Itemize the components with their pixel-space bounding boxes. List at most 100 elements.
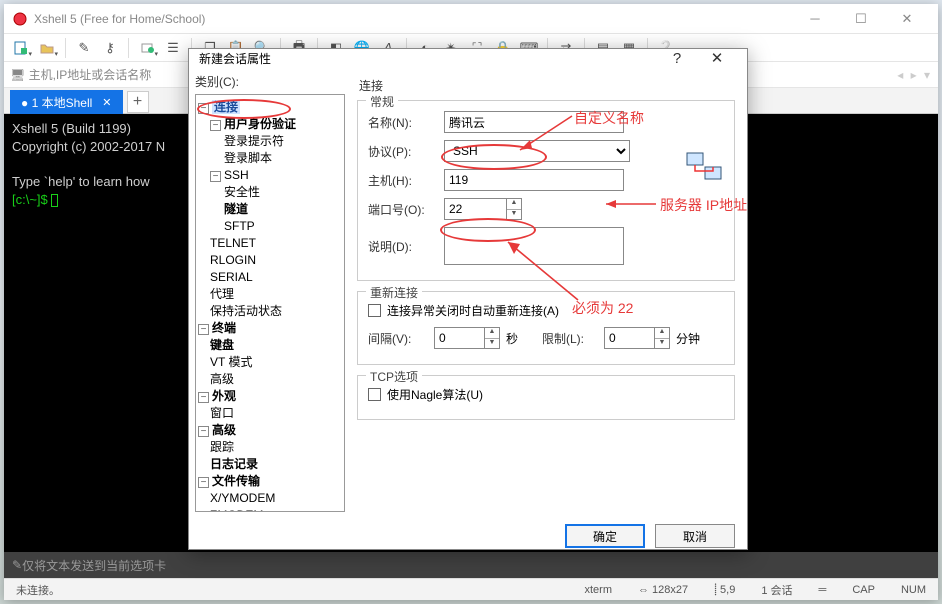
nagle-checkbox[interactable]: 使用Nagle算法(U) [368, 386, 724, 403]
tree-proxy[interactable]: 代理 [210, 287, 234, 301]
term-line: Type `help' to learn how [12, 174, 150, 189]
status-ruler: ═ [815, 584, 831, 596]
desc-input[interactable] [444, 227, 624, 265]
tree-connection[interactable]: 连接 [212, 100, 240, 114]
interval-label: 间隔(V): [368, 330, 428, 347]
tree-xymodem[interactable]: X/YMODEM [210, 491, 275, 505]
minimize-button[interactable]: ─ [792, 4, 838, 34]
tree-tunnel[interactable]: 隧道 [224, 202, 248, 216]
cancel-button[interactable]: 取消 [655, 524, 735, 548]
port-spinner[interactable]: ▲▼ [444, 198, 522, 220]
scroll-arrows[interactable]: ◂ ▸ ▾ [897, 68, 932, 82]
tree-terminal[interactable]: 终端 [212, 321, 236, 335]
tree-ssh[interactable]: SSH [224, 168, 249, 182]
tree-trace[interactable]: 跟踪 [210, 440, 234, 454]
dialog-close-button[interactable]: ✕ [697, 49, 737, 67]
term-line: Copyright (c) 2002-2017 N [12, 139, 165, 154]
app-icon [12, 11, 28, 27]
tree-window[interactable]: 窗口 [210, 406, 234, 420]
dialog-titlebar: 新建会话属性 ? ✕ [189, 49, 747, 67]
tool-reconnect[interactable]: ▾ [136, 37, 158, 59]
tree-keyboard[interactable]: 键盘 [210, 338, 234, 352]
category-tree[interactable]: −连接 −用户身份验证 登录提示符 登录脚本 −SSH 安全性 隧道 SFTP … [195, 94, 345, 512]
tree-rlogin[interactable]: RLOGIN [210, 253, 256, 267]
bullet-icon: ● [21, 96, 32, 110]
tree-transfer[interactable]: 文件传输 [212, 474, 260, 488]
tree-zmodem[interactable]: ZMODEM [210, 508, 263, 512]
new-button[interactable]: ▾ [10, 37, 32, 59]
min-label: 分钟 [676, 330, 700, 347]
ok-button[interactable]: 确定 [565, 524, 645, 548]
dialog-help-button[interactable]: ? [657, 50, 697, 67]
status-pos: ⸽ 5,9 [710, 582, 739, 597]
tree-auth[interactable]: 用户身份验证 [224, 117, 296, 131]
tree-serial[interactable]: SERIAL [210, 270, 253, 284]
tree-vtmode[interactable]: VT 模式 [210, 355, 252, 369]
tree-telnet[interactable]: TELNET [210, 236, 256, 250]
group-tcp: TCP选项 使用Nagle算法(U) [357, 375, 735, 420]
tree-login-script[interactable]: 登录脚本 [224, 151, 272, 165]
name-input[interactable] [444, 111, 624, 133]
group-reconnect-title: 重新连接 [366, 284, 422, 301]
desc-label: 说明(D): [368, 238, 438, 255]
send-placeholder: 仅将文本发送到当前选项卡 [22, 557, 166, 574]
status-size: ⇔ 128x27 [634, 584, 692, 596]
sec-label: 秒 [506, 330, 518, 347]
status-cap: CAP [848, 584, 879, 596]
right-heading: 连接 [357, 73, 735, 100]
group-general-title: 常规 [366, 93, 398, 110]
send-icon: ✎ [12, 558, 22, 572]
session-properties-dialog: 新建会话属性 ? ✕ 类别(C): −连接 −用户身份验证 登录提示符 登录脚本… [188, 48, 748, 550]
limit-input[interactable] [604, 327, 654, 349]
dialog-buttons: 确定 取消 [189, 518, 747, 558]
tree-advanced-t[interactable]: 高级 [210, 372, 234, 386]
host-label: 主机(H): [368, 172, 438, 189]
host-input[interactable] [444, 169, 624, 191]
status-term: xterm [580, 584, 616, 596]
tab-add-button[interactable]: + [127, 91, 149, 113]
open-button[interactable]: ▾ [36, 37, 58, 59]
reconnect-checkbox[interactable]: 连接异常关闭时自动重新连接(A) [368, 302, 724, 319]
tool-key[interactable]: ⚷ [99, 37, 121, 59]
port-input[interactable] [444, 198, 506, 220]
tool-prop[interactable]: ☰ [162, 37, 184, 59]
tree-security[interactable]: 安全性 [224, 185, 260, 199]
status-bar: 未连接。 xterm ⇔ 128x27 ⸽ 5,9 1 会话 ═ CAP NUM [4, 578, 938, 600]
tree-logging[interactable]: 日志记录 [210, 457, 258, 471]
protocol-select[interactable]: SSH [444, 140, 630, 162]
tree-sftp[interactable]: SFTP [224, 219, 255, 233]
maximize-button[interactable]: ☐ [838, 4, 884, 34]
spin-down-icon[interactable]: ▼ [507, 210, 521, 220]
tool-wand[interactable]: ✎ [73, 37, 95, 59]
interval-spinner[interactable]: ▲▼ [434, 327, 500, 349]
reconnect-chk-label: 连接异常关闭时自动重新连接(A) [387, 302, 559, 319]
group-tcp-title: TCP选项 [366, 368, 422, 385]
name-label: 名称(N): [368, 114, 438, 131]
tree-advanced[interactable]: 高级 [212, 423, 236, 437]
tab-label: 1 本地Shell [32, 94, 93, 111]
group-reconnect: 重新连接 连接异常关闭时自动重新连接(A) 间隔(V): ▲▼ 秒 限制(L):… [357, 291, 735, 365]
folder-icon [40, 41, 54, 55]
window-title: Xshell 5 (Free for Home/School) [34, 12, 792, 26]
limit-spinner[interactable]: ▲▼ [604, 327, 670, 349]
nagle-chk-label: 使用Nagle算法(U) [387, 386, 483, 403]
status-num: NUM [897, 584, 930, 596]
interval-input[interactable] [434, 327, 484, 349]
spin-up-icon[interactable]: ▲ [507, 199, 521, 210]
close-button[interactable]: ✕ [884, 4, 930, 34]
status-sess: 1 会话 [757, 582, 796, 598]
status-conn: 未连接。 [12, 582, 64, 598]
term-prompt: [c:\~]$ [12, 192, 51, 207]
new-icon [14, 41, 28, 55]
category-label: 类别(C): [195, 73, 345, 90]
protocol-label: 协议(P): [368, 143, 438, 160]
network-icon [685, 151, 725, 183]
tab-close-icon[interactable]: ✕ [102, 96, 111, 109]
tree-keepalive[interactable]: 保持活动状态 [210, 304, 282, 318]
limit-label: 限制(L): [542, 330, 598, 347]
port-label: 端口号(O): [368, 201, 438, 218]
tree-appearance[interactable]: 外观 [212, 389, 236, 403]
tree-login-prompt[interactable]: 登录提示符 [224, 134, 284, 148]
tab-local-shell[interactable]: ● 1 本地Shell ✕ [10, 90, 123, 114]
titlebar: Xshell 5 (Free for Home/School) ─ ☐ ✕ [4, 4, 938, 34]
